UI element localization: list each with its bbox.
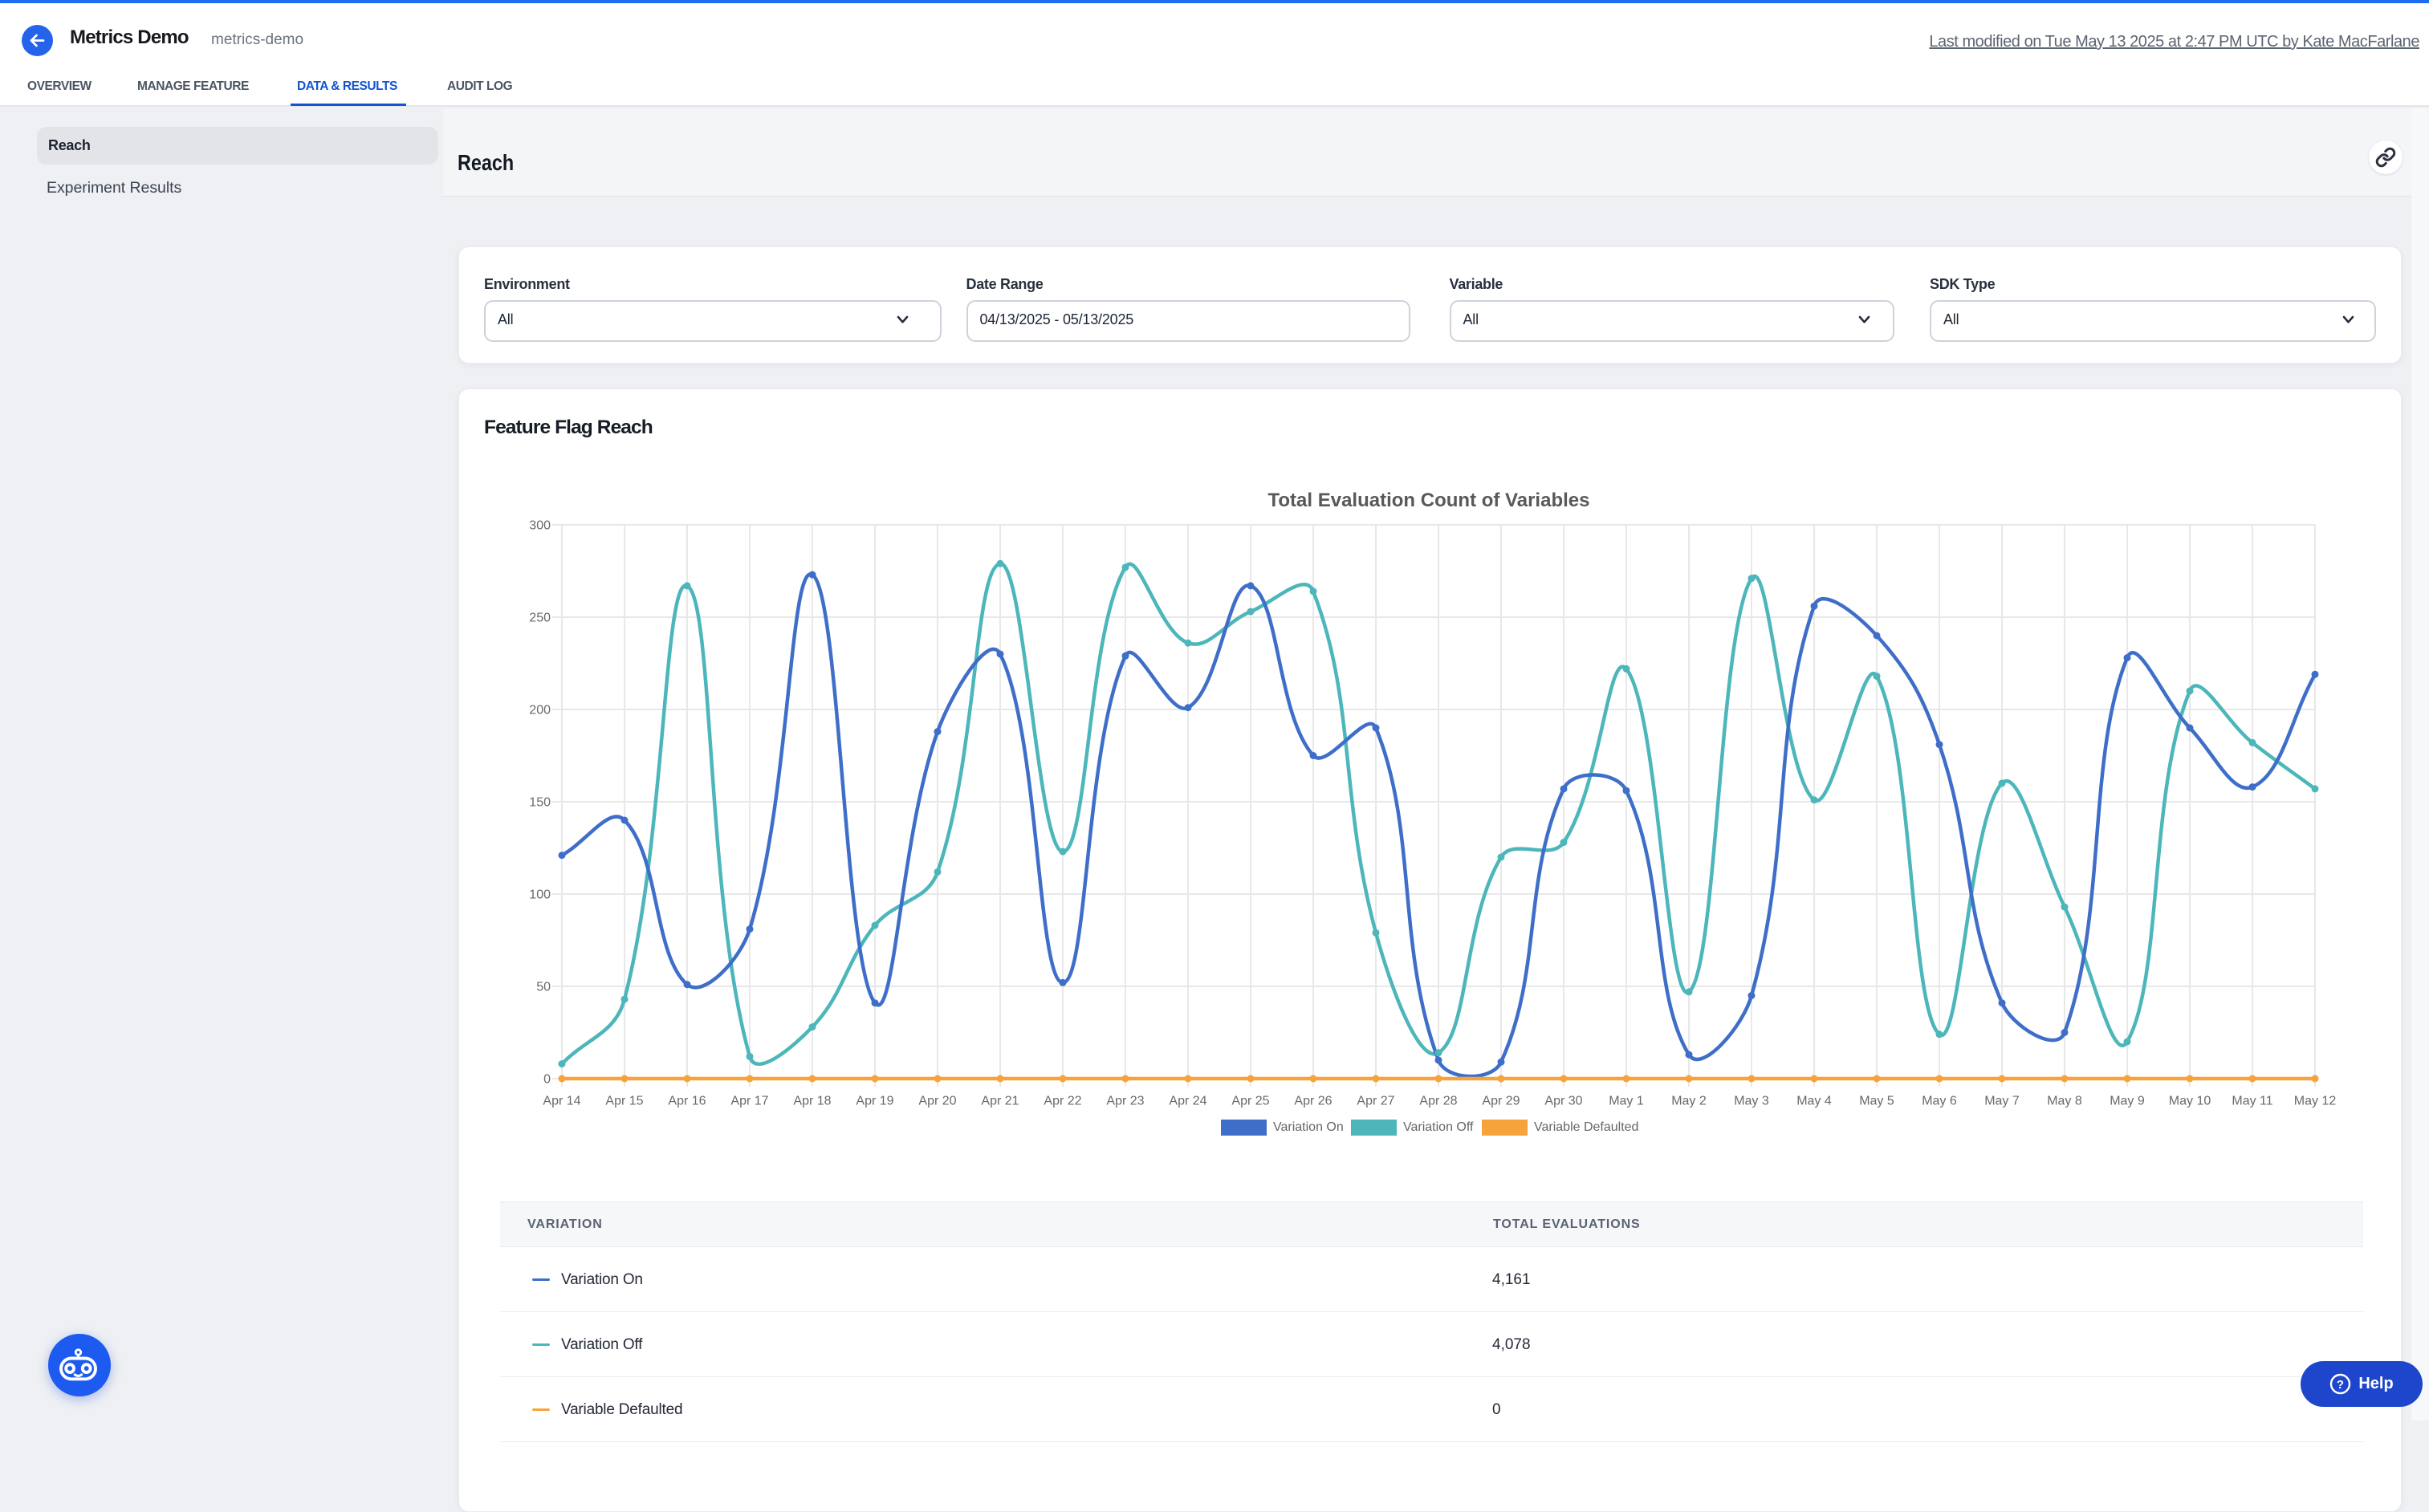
svg-text:Apr 22: Apr 22 (1044, 1095, 1081, 1108)
svg-text:Apr 28: Apr 28 (1419, 1095, 1457, 1108)
svg-text:May 9: May 9 (2110, 1095, 2145, 1108)
svg-text:Apr 21: Apr 21 (981, 1095, 1019, 1108)
svg-text:Apr 27: Apr 27 (1357, 1095, 1394, 1108)
svg-text:50: 50 (536, 981, 551, 994)
svg-text:May 4: May 4 (1796, 1095, 1832, 1108)
svg-text:Apr 17: Apr 17 (730, 1095, 768, 1108)
svg-text:May 10: May 10 (2169, 1095, 2211, 1108)
svg-text:Apr 16: Apr 16 (668, 1095, 706, 1108)
svg-text:Apr 25: Apr 25 (1231, 1095, 1269, 1108)
svg-text:Apr 20: Apr 20 (918, 1095, 956, 1108)
svg-text:150: 150 (529, 796, 551, 810)
svg-text:Apr 19: Apr 19 (856, 1095, 893, 1108)
svg-text:May 1: May 1 (1609, 1095, 1644, 1108)
svg-text:Apr 24: Apr 24 (1169, 1095, 1206, 1108)
svg-text:May 11: May 11 (2232, 1095, 2272, 1108)
svg-text:250: 250 (529, 612, 551, 625)
svg-text:Apr 23: Apr 23 (1106, 1095, 1144, 1108)
svg-text:Apr 14: Apr 14 (543, 1095, 580, 1108)
svg-text:?: ? (2337, 1378, 2344, 1392)
svg-text:0: 0 (543, 1073, 551, 1087)
svg-text:Apr 29: Apr 29 (1482, 1095, 1520, 1108)
svg-text:May 12: May 12 (2294, 1095, 2337, 1108)
svg-text:May 7: May 7 (1984, 1095, 2020, 1108)
svg-text:May 2: May 2 (1671, 1095, 1707, 1108)
svg-text:300: 300 (529, 519, 551, 533)
svg-text:May 6: May 6 (1922, 1095, 1957, 1108)
svg-text:Apr 18: Apr 18 (793, 1095, 831, 1108)
svg-text:May 3: May 3 (1734, 1095, 1769, 1108)
svg-text:100: 100 (529, 888, 551, 902)
svg-text:May 8: May 8 (2047, 1095, 2082, 1108)
svg-text:Apr 15: Apr 15 (605, 1095, 643, 1108)
svg-text:200: 200 (529, 704, 551, 717)
svg-text:May 5: May 5 (1859, 1095, 1894, 1108)
svg-text:Apr 30: Apr 30 (1544, 1095, 1582, 1108)
svg-text:Apr 26: Apr 26 (1294, 1095, 1332, 1108)
